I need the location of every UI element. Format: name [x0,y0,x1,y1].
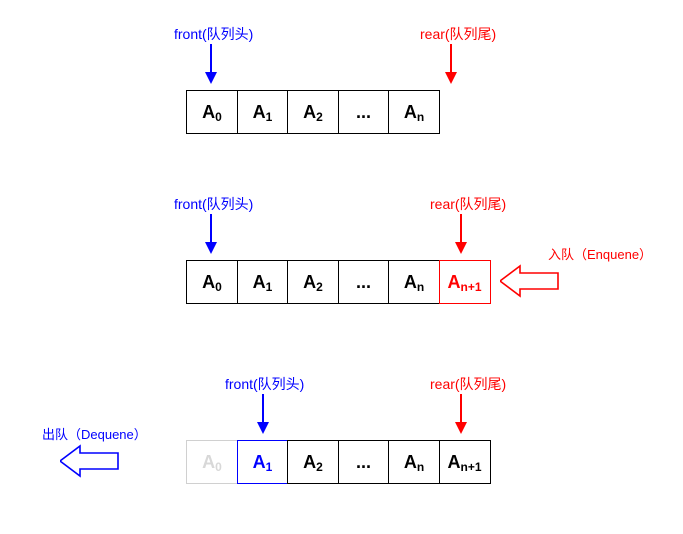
queue-cells-initial: A0 A1 A2 ... An [186,90,440,134]
cell-a0: A0 [186,90,238,134]
rear-label: rear(队列尾) [420,24,496,44]
cell-an: An [388,260,440,304]
queue-cells-enqueue: A0 A1 A2 ... An An+1 [186,260,491,304]
front-arrow-icon [210,214,212,254]
cell-dots: ... [338,260,390,304]
cell-dots: ... [338,440,390,484]
front-arrow-icon [210,44,212,84]
cell-a1-front: A1 [237,440,289,484]
stage-enqueue: front(队列头) rear(队列尾) A0 A1 A2 ... An An+… [0,180,683,350]
rear-arrow-icon [460,394,462,434]
dequeue-arrow-icon [60,444,120,478]
rear-label: rear(队列尾) [430,194,506,214]
cell-a2: A2 [287,440,339,484]
cell-dots: ... [338,90,390,134]
front-label: front(队列头) [174,24,253,44]
rear-arrow-icon [460,214,462,254]
queue-cells-dequeue: A0 A1 A2 ... An An+1 [186,440,491,484]
rear-label: rear(队列尾) [430,374,506,394]
cell-anp1: An+1 [439,440,491,484]
cell-a1: A1 [237,260,289,304]
stage-dequeue: front(队列头) rear(队列尾) A0 A1 A2 ... An An+… [0,360,683,530]
cell-a0: A0 [186,260,238,304]
cell-a1: A1 [237,90,289,134]
dequeue-label: 出队（Dequene） [42,424,147,443]
rear-arrow-icon [450,44,452,84]
front-label: front(队列头) [174,194,253,214]
stage-initial: front(队列头) rear(队列尾) A0 A1 A2 ... An [0,10,683,170]
enqueue-label: 入队（Enquene） [548,244,652,263]
cell-a2: A2 [287,90,339,134]
cell-a2: A2 [287,260,339,304]
cell-a0-removed: A0 [186,440,238,484]
cell-an: An [388,440,440,484]
enqueue-arrow-icon [500,264,560,298]
cell-anp1-new: An+1 [439,260,491,304]
front-label: front(队列头) [225,374,304,394]
front-arrow-icon [262,394,264,434]
cell-an: An [388,90,440,134]
